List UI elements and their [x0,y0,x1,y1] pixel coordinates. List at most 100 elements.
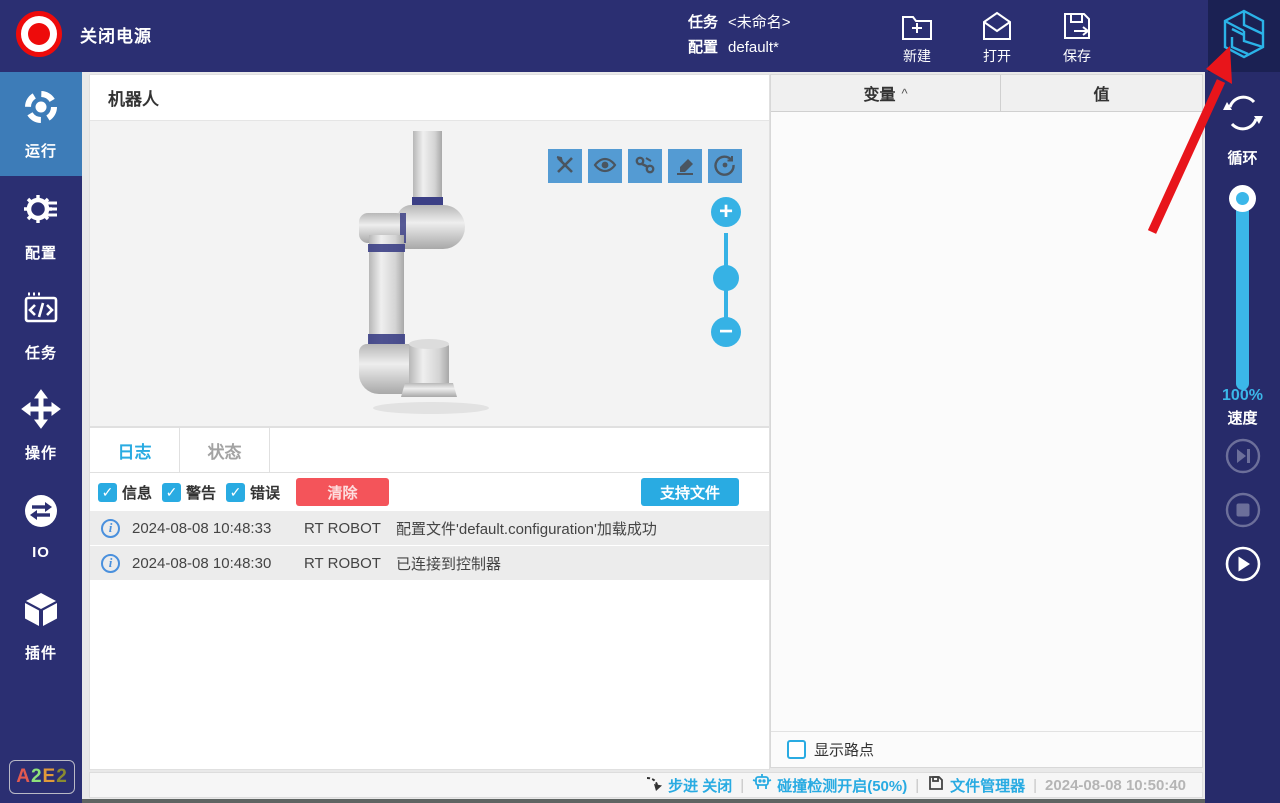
zoom-control: + − [710,197,742,426]
info-icon: i [101,519,120,538]
sidebar-item-task[interactable]: 任务 [0,276,82,376]
value-column-header[interactable]: 值 [1001,75,1202,111]
eraser-button[interactable] [668,149,702,183]
task-config-info: 任务 <未命名> 配置 default* [688,10,791,60]
topbar: 关闭电源 任务 <未命名> 配置 default* 新建 [0,0,1280,72]
robot-3d-viewport[interactable]: + − [90,121,769,426]
step-label: 步进 关闭 [668,775,732,796]
divider: | [740,777,744,794]
sidebar-label: 运行 [25,140,57,161]
version-badge[interactable]: A2E2 [9,760,75,794]
step-status[interactable]: 步进 关闭 [645,774,732,796]
step-forward-button[interactable] [1224,437,1262,475]
variable-panel: 变量 ^ 值 显示路点 [770,74,1203,768]
task-icon [21,289,61,334]
loop-button[interactable]: 循环 [1205,90,1280,168]
run-sidebar: 循环 100% 速度 [1205,72,1280,803]
checkbox-checked-icon[interactable] [226,483,245,502]
brand-logo-area[interactable] [1208,0,1280,72]
zoom-in-icon: + [719,200,733,224]
loop-label: 循环 [1227,147,1257,168]
show-waypoints-checkbox[interactable] [787,740,806,759]
log-source: RT ROBOT [304,520,396,537]
log-filter-row: 信息 警告 错误 清除 支持文件 [90,473,769,511]
filter-info[interactable]: 信息 [98,482,152,503]
badge-char: A [16,766,31,788]
variable-header-label: 变量 [863,81,895,105]
speed-knob-center [1236,192,1249,205]
open-task-button[interactable]: 打开 [962,8,1032,66]
filter-error[interactable]: 错误 [226,482,280,503]
open-icon [978,8,1016,44]
zoom-slider-knob[interactable] [713,265,739,291]
config-value: default* [728,35,779,60]
zoom-in-button[interactable]: + [711,197,741,227]
tab-log[interactable]: 日志 [90,428,180,472]
power-icon [28,23,50,45]
log-entry[interactable]: i 2024-08-08 10:48:30 RT ROBOT 已连接到控制器 [90,546,769,580]
sidebar-item-run[interactable]: 运行 [0,72,82,176]
path-icon [634,154,656,179]
robot-panel-title: 机器人 [90,75,769,121]
tab-status[interactable]: 状态 [180,428,270,472]
logo-icon [1218,7,1270,66]
speed-readout: 100% 速度 [1205,387,1280,428]
save-label: 保存 [1063,46,1091,66]
io-icon [21,491,61,536]
speed-slider-knob[interactable] [1229,185,1256,212]
new-task-button[interactable]: 新建 [882,8,952,66]
path-button[interactable] [628,149,662,183]
robot-arm-model [345,131,505,421]
log-message: 已连接到控制器 [396,553,769,574]
log-time: 2024-08-08 10:48:30 [132,555,304,572]
play-button[interactable] [1224,545,1262,583]
sidebar-label: IO [32,544,50,561]
collision-label: 碰撞检测开启(50%) [777,775,907,796]
power-label: 关闭电源 [80,22,152,47]
log-message: 配置文件'default.configuration'加载成功 [396,518,769,539]
badge-char: 2 [56,766,68,788]
log-entry[interactable]: i 2024-08-08 10:48:33 RT ROBOT 配置文件'defa… [90,511,769,545]
sidebar-item-plugin[interactable]: 插件 [0,576,82,676]
show-waypoints-label: 显示路点 [814,739,874,760]
badge-char: E [43,766,57,788]
zoom-out-button[interactable]: − [711,317,741,347]
sidebar-item-config[interactable]: 配置 [0,176,82,276]
skip-icon [1224,462,1262,479]
clear-button[interactable]: 清除 [296,478,389,506]
log-source: RT ROBOT [304,555,396,572]
rotate-button[interactable] [708,149,742,183]
stop-button[interactable] [1224,491,1262,529]
log-panel: 日志 状态 信息 警告 错误 清除 支持文件 i 2024-08-08 10:4… [89,427,770,770]
step-icon [645,774,663,796]
speed-slider-track[interactable] [1236,200,1249,390]
stop-icon [1224,516,1262,533]
file-manager-button[interactable]: 文件管理器 [927,774,1025,796]
support-files-button[interactable]: 支持文件 [641,478,739,506]
play-icon [1224,570,1262,587]
checkbox-checked-icon[interactable] [98,483,117,502]
rotate-icon [714,154,736,179]
show-waypoints-row: 显示路点 [771,731,1202,767]
tools-button[interactable] [548,149,582,183]
sidebar-item-operate[interactable]: 操作 [0,376,82,476]
filter-warning-label: 警告 [186,482,216,503]
variable-column-header[interactable]: 变量 ^ [771,75,1001,111]
speed-label: 速度 [1205,407,1280,428]
collision-icon [752,773,772,797]
task-label: 任务 [688,10,718,35]
save-task-button[interactable]: 保存 [1042,8,1112,66]
filter-warning[interactable]: 警告 [162,482,216,503]
robot-panel: 机器人 [89,74,770,427]
checkbox-checked-icon[interactable] [162,483,181,502]
sidebar-label: 配置 [25,242,57,263]
sidebar-label: 插件 [25,642,57,663]
task-value: <未命名> [728,10,791,35]
plugin-icon [21,589,61,634]
collision-status[interactable]: 碰撞检测开启(50%) [752,773,907,797]
eye-icon [593,154,617,179]
variable-table-header: 变量 ^ 值 [771,75,1202,112]
eye-button[interactable] [588,149,622,183]
power-button[interactable] [16,11,62,57]
sidebar-item-io[interactable]: IO [0,476,82,576]
